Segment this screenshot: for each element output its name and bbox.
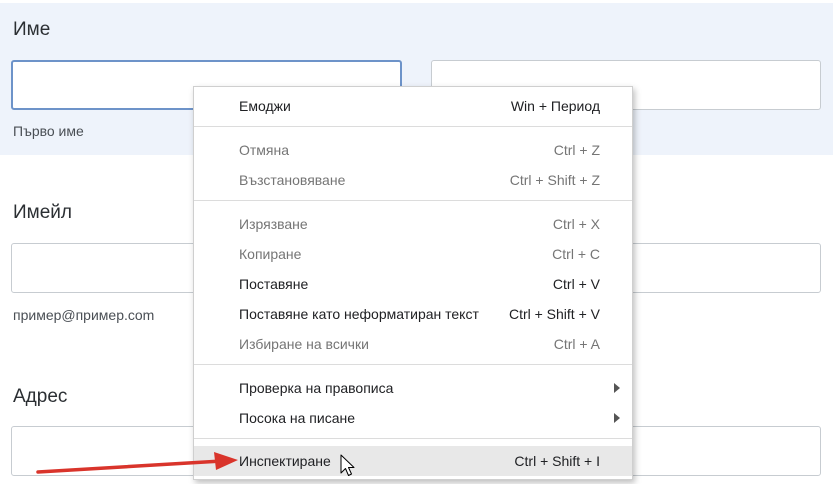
- menu-item-shortcut: Ctrl + V: [552, 276, 600, 292]
- address-title: Адрес: [13, 386, 68, 407]
- menu-item-label: Проверка на правописа: [239, 380, 394, 396]
- name-title: Име: [13, 19, 51, 40]
- menu-item-label: Емоджи: [239, 98, 291, 114]
- menu-item-label: Поставяне: [239, 276, 309, 292]
- menu-item-label: Възстановяване: [239, 172, 346, 188]
- menu-item-label: Изрязване: [239, 216, 308, 232]
- menu-item-label: Копиране: [239, 246, 302, 262]
- menu-item-undo[interactable]: Отмяна Ctrl + Z: [194, 135, 632, 165]
- menu-item-copy[interactable]: Копиране Ctrl + C: [194, 239, 632, 269]
- menu-item-select-all[interactable]: Избиране на всички Ctrl + A: [194, 329, 632, 359]
- menu-separator: [194, 200, 632, 201]
- context-menu: Емоджи Win + Период Отмяна Ctrl + Z Възс…: [193, 86, 633, 480]
- menu-item-shortcut: Ctrl + A: [553, 336, 600, 352]
- menu-item-writing-direction[interactable]: Посока на писане: [194, 403, 632, 433]
- menu-item-spellcheck[interactable]: Проверка на правописа: [194, 373, 632, 403]
- menu-item-label: Инспектиране: [239, 453, 331, 469]
- menu-item-shortcut: Ctrl + Z: [553, 142, 600, 158]
- menu-item-shortcut: Ctrl + X: [552, 216, 600, 232]
- menu-item-label: Избиране на всички: [239, 336, 369, 352]
- menu-item-shortcut: Ctrl + Shift + I: [514, 453, 600, 469]
- menu-item-shortcut: Ctrl + Shift + V: [508, 306, 600, 322]
- menu-item-label: Отмяна: [239, 142, 290, 158]
- menu-item-paste[interactable]: Поставяне Ctrl + V: [194, 269, 632, 299]
- menu-item-inspect[interactable]: Инспектиране Ctrl + Shift + I: [194, 446, 632, 476]
- menu-item-cut[interactable]: Изрязване Ctrl + X: [194, 209, 632, 239]
- menu-separator: [194, 438, 632, 439]
- menu-item-shortcut: Win + Период: [510, 98, 600, 114]
- menu-item-paste-plain[interactable]: Поставяне като неформатиран текст Ctrl +…: [194, 299, 632, 329]
- chevron-right-icon: [614, 383, 620, 393]
- menu-item-redo[interactable]: Възстановяване Ctrl + Shift + Z: [194, 165, 632, 195]
- email-title: Имейл: [13, 202, 72, 223]
- menu-item-emoji[interactable]: Емоджи Win + Период: [194, 91, 632, 121]
- menu-item-label: Посока на писане: [239, 410, 356, 426]
- first-name-hint: Първо име: [13, 123, 84, 139]
- menu-separator: [194, 126, 632, 127]
- chevron-right-icon: [614, 413, 620, 423]
- menu-item-shortcut: Ctrl + Shift + Z: [509, 172, 600, 188]
- menu-item-shortcut: Ctrl + C: [552, 246, 600, 262]
- menu-item-label: Поставяне като неформатиран текст: [239, 306, 479, 322]
- email-hint: пример@пример.com: [13, 307, 155, 323]
- menu-separator: [194, 364, 632, 365]
